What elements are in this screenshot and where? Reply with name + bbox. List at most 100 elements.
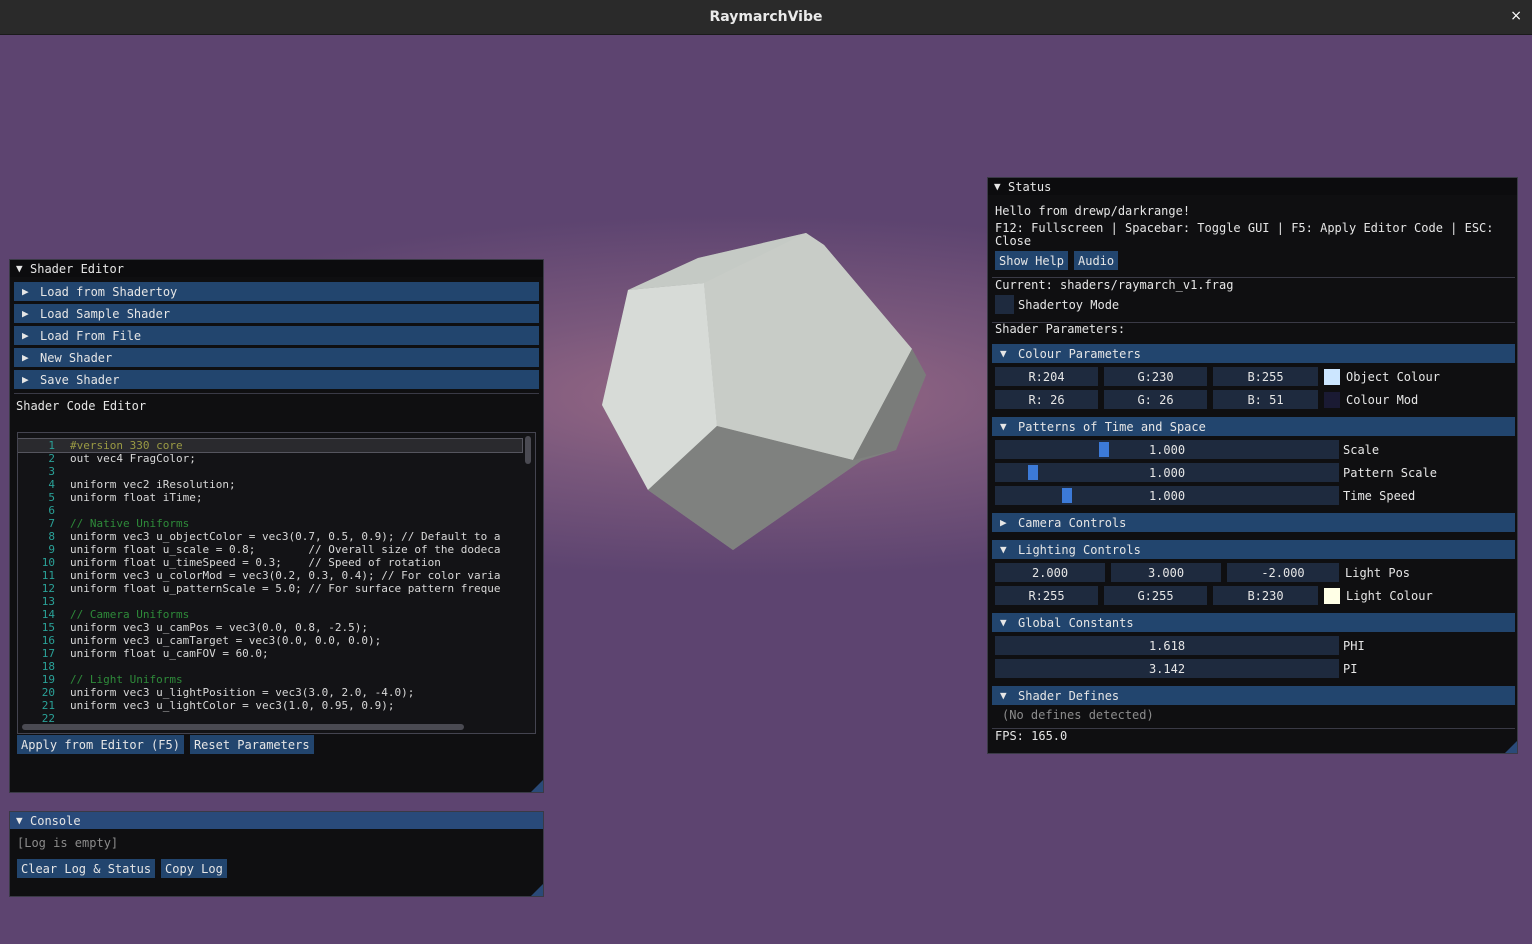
code-line[interactable]: 15 uniform vec3 u_camPos = vec3(0.0, 0.8,…: [18, 621, 522, 634]
section-title: Patterns of Time and Space: [1018, 419, 1206, 434]
menu-label: Load Sample Shader: [40, 306, 171, 321]
clear-log-button[interactable]: Clear Log & Status: [17, 859, 156, 878]
pi-label: PI: [1343, 661, 1358, 676]
collapse-triangle-icon[interactable]: ▼: [16, 814, 30, 827]
light-pos-y[interactable]: 3.000: [1111, 563, 1221, 582]
no-defines-text: (No defines detected): [1002, 708, 1154, 722]
status-header[interactable]: ▼ Status: [988, 178, 1517, 195]
code-lines[interactable]: 1 #version 330 core 2 out vec4 FragColor; 3 4…: [18, 438, 523, 725]
object-colour-g[interactable]: G:230: [1104, 367, 1207, 386]
code-line[interactable]: 17 uniform float u_camFOV = 60.0;: [18, 647, 522, 660]
menu-new-shader[interactable]: ▶ New Shader: [14, 348, 539, 367]
vertical-scrollbar[interactable]: [525, 436, 531, 464]
colour-mod-b[interactable]: B: 51: [1213, 390, 1318, 409]
light-pos-z[interactable]: -2.000: [1227, 563, 1339, 582]
phi-field[interactable]: 1.618: [995, 636, 1339, 655]
menu-load-shadertoy[interactable]: ▶ Load from Shadertoy: [14, 282, 539, 301]
slider-knob[interactable]: [1099, 442, 1109, 457]
code-line[interactable]: 19 // Light Uniforms: [18, 673, 522, 686]
line-number: 20: [41, 686, 55, 699]
console-header[interactable]: ▼ Console: [10, 812, 543, 829]
slider-value: 1.000: [1148, 465, 1186, 480]
code-line[interactable]: 7 // Native Uniforms: [18, 517, 522, 530]
code-text: uniform vec3 u_lightPosition = vec3(3.0,…: [70, 686, 415, 699]
code-line[interactable]: 18: [18, 660, 522, 673]
collapse-triangle-icon: ▼: [1000, 420, 1007, 433]
code-text: // Light Uniforms: [70, 673, 183, 686]
expand-triangle-icon: ▶: [22, 373, 29, 386]
resize-grip[interactable]: [531, 780, 543, 792]
line-number: 8: [48, 530, 55, 543]
code-text: uniform float u_patternScale = 5.0; // F…: [70, 582, 501, 595]
light-colour-g[interactable]: G:255: [1104, 586, 1207, 605]
object-colour-swatch[interactable]: [1324, 368, 1340, 385]
time-speed-slider[interactable]: 1.000: [995, 486, 1339, 505]
reset-parameters-button[interactable]: Reset Parameters: [189, 735, 314, 754]
code-line[interactable]: 14 // Camera Uniforms: [18, 608, 522, 621]
code-line[interactable]: 20 uniform vec3 u_lightPosition = vec3(3.…: [18, 686, 522, 699]
code-line[interactable]: 16 uniform vec3 u_camTarget = vec3(0.0, 0…: [18, 634, 522, 647]
expand-triangle-icon: ▶: [22, 307, 29, 320]
light-colour-b[interactable]: B:230: [1213, 586, 1318, 605]
apply-from-editor-button[interactable]: Apply from Editor (F5): [17, 735, 184, 754]
code-line[interactable]: 11 uniform vec3 u_colorMod = vec3(0.2, 0.…: [18, 569, 522, 582]
light-colour-swatch[interactable]: [1324, 587, 1340, 604]
status-title: Status: [1008, 179, 1052, 194]
help-text-line1: F12: Fullscreen | Spacebar: Toggle GUI |…: [995, 221, 1494, 235]
scale-slider[interactable]: 1.000: [995, 440, 1339, 459]
code-line[interactable]: 6: [18, 504, 522, 517]
code-line[interactable]: 1 #version 330 core: [18, 438, 523, 453]
audio-button[interactable]: Audio: [1074, 251, 1119, 270]
shader-editor-header[interactable]: ▼ Shader Editor: [10, 260, 543, 277]
colour-mod-r[interactable]: R: 26: [995, 390, 1098, 409]
object-colour-r[interactable]: R:204: [995, 367, 1098, 386]
code-line[interactable]: 10 uniform float u_timeSpeed = 0.3; // Sp…: [18, 556, 522, 569]
close-icon[interactable]: ×: [1510, 8, 1522, 24]
show-help-button[interactable]: Show Help: [995, 251, 1069, 270]
horizontal-scrollbar[interactable]: [22, 724, 464, 730]
code-line[interactable]: 9 uniform float u_scale = 0.8; // Overall…: [18, 543, 522, 556]
code-line[interactable]: 3: [18, 465, 522, 478]
line-number: 17: [41, 647, 55, 660]
collapse-triangle-icon[interactable]: ▼: [16, 262, 30, 275]
pi-field[interactable]: 3.142: [995, 659, 1339, 678]
code-line[interactable]: 2 out vec4 FragColor;: [18, 452, 522, 465]
colour-parameters-header[interactable]: ▼ Colour Parameters: [992, 344, 1515, 363]
menu-load-file[interactable]: ▶ Load From File: [14, 326, 539, 345]
code-line[interactable]: 8 uniform vec3 u_objectColor = vec3(0.7, …: [18, 530, 522, 543]
camera-controls-header[interactable]: ▶ Camera Controls: [992, 513, 1515, 532]
pattern-scale-slider[interactable]: 1.000: [995, 463, 1339, 482]
time-speed-label: Time Speed: [1343, 488, 1416, 503]
colour-mod-g[interactable]: G: 26: [1104, 390, 1207, 409]
code-line[interactable]: 12 uniform float u_patternScale = 5.0; //…: [18, 582, 522, 595]
slider-knob[interactable]: [1028, 465, 1038, 480]
collapse-triangle-icon: ▼: [1000, 689, 1007, 702]
shader-defines-header[interactable]: ▼ Shader Defines: [992, 686, 1515, 705]
patterns-header[interactable]: ▼ Patterns of Time and Space: [992, 417, 1515, 436]
slider-knob[interactable]: [1062, 488, 1072, 503]
lighting-controls-header[interactable]: ▼ Lighting Controls: [992, 540, 1515, 559]
code-line[interactable]: 21 uniform vec3 u_lightColor = vec3(1.0, …: [18, 699, 522, 712]
resize-grip[interactable]: [1505, 741, 1517, 753]
menu-label: Load From File: [40, 328, 142, 343]
code-editor[interactable]: 1 #version 330 core 2 out vec4 FragColor; 3 4…: [17, 432, 536, 734]
collapse-triangle-icon[interactable]: ▼: [994, 180, 1008, 193]
global-constants-header[interactable]: ▼ Global Constants: [992, 613, 1515, 632]
line-number: 7: [48, 517, 55, 530]
slider-value: 1.000: [1148, 488, 1186, 503]
resize-grip[interactable]: [531, 884, 543, 896]
menu-load-sample[interactable]: ▶ Load Sample Shader: [14, 304, 539, 323]
code-line[interactable]: 4 uniform vec2 iResolution;: [18, 478, 522, 491]
code-text: // Camera Uniforms: [70, 608, 190, 621]
line-number: 12: [41, 582, 55, 595]
shadertoy-mode-checkbox[interactable]: [995, 295, 1014, 314]
object-colour-b[interactable]: B:255: [1213, 367, 1318, 386]
light-pos-x[interactable]: 2.000: [995, 563, 1105, 582]
colour-mod-swatch[interactable]: [1324, 391, 1340, 408]
code-line[interactable]: 13: [18, 595, 522, 608]
code-line[interactable]: 5 uniform float iTime;: [18, 491, 522, 504]
copy-log-button[interactable]: Copy Log: [161, 859, 227, 878]
line-number: 9: [48, 543, 55, 556]
light-colour-r[interactable]: R:255: [995, 586, 1098, 605]
menu-save-shader[interactable]: ▶ Save Shader: [14, 370, 539, 389]
